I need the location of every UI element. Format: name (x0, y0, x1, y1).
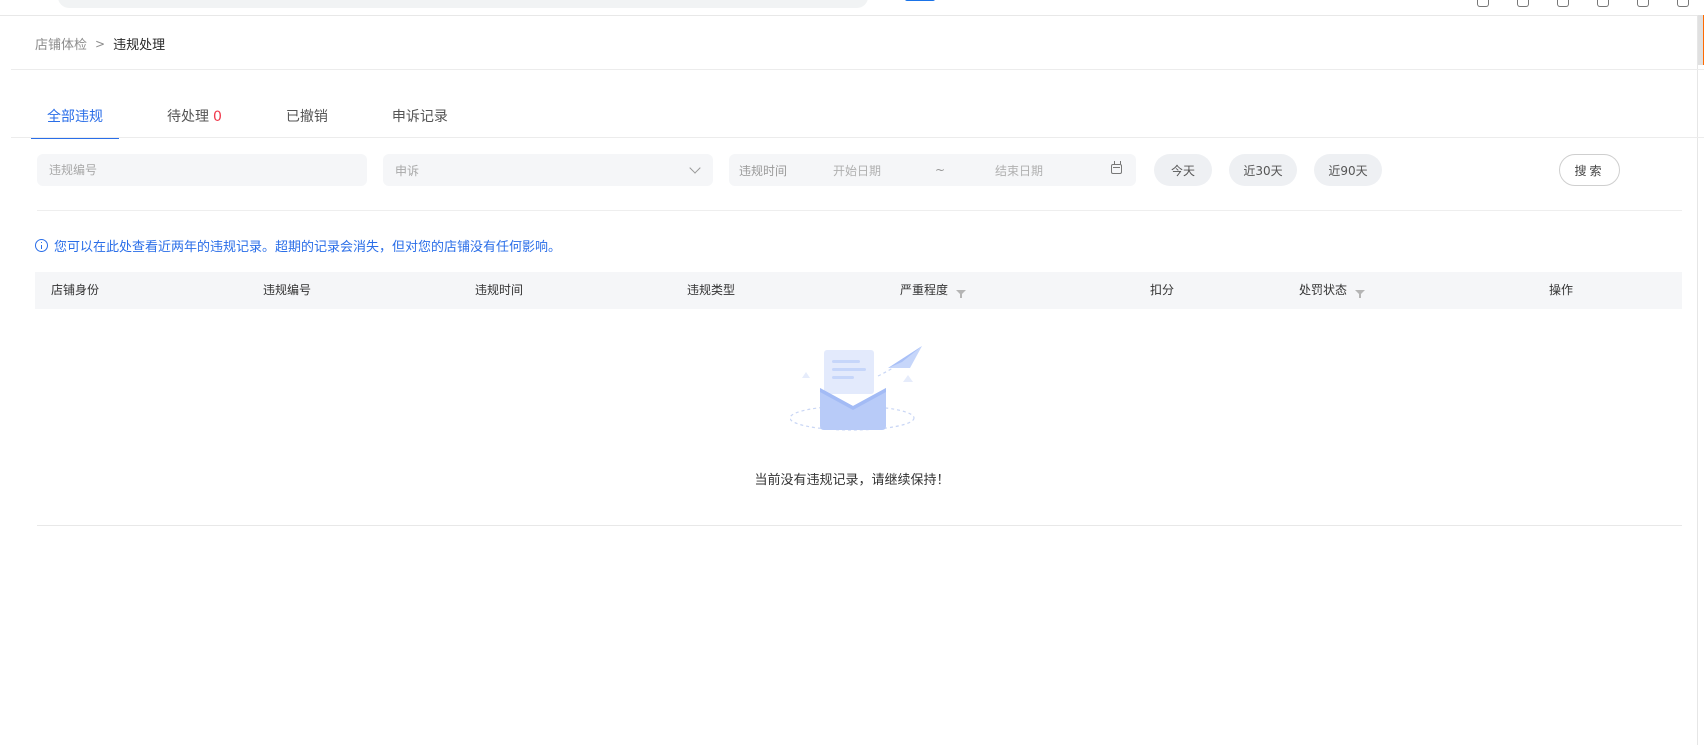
violation-id-input[interactable] (37, 154, 367, 186)
violation-date-range[interactable]: 违规时间 开始日期 ~ 结束日期 (729, 154, 1136, 186)
column-header-penalty-status: 处罚状态 (1299, 272, 1366, 309)
column-header-actions: 操作 (1549, 283, 1574, 297)
tabs-divider (11, 137, 1704, 138)
info-notice: 您可以在此处查看近两年的违规记录。超期的记录会消失，但对您的店铺没有任何影响。 (35, 236, 561, 255)
toolbar-icon-2[interactable] (1517, 0, 1529, 7)
empty-state-message: 当前没有违规记录，请继续保持！ (754, 473, 950, 488)
toolbar-icon-3[interactable] (1557, 0, 1569, 7)
toolbar-icon-1[interactable] (1477, 0, 1489, 7)
browser-toolbar (0, 0, 1704, 16)
toolbar-icon-4[interactable] (1597, 0, 1609, 7)
info-notice-text: 您可以在此处查看近两年的违规记录。超期的记录会消失，但对您的店铺没有任何影响。 (54, 240, 562, 255)
address-bar[interactable] (58, 0, 868, 8)
severity-filter-icon[interactable] (956, 290, 967, 298)
column-header-store-identity: 店铺身份 (51, 283, 100, 297)
pending-count-badge: 0 (213, 109, 222, 125)
breadcrumb-parent-link[interactable]: 店铺体检 (35, 34, 87, 53)
header-divider (11, 69, 1704, 70)
date-range-separator: ~ (935, 163, 946, 177)
column-header-violation-time: 违规时间 (475, 283, 524, 297)
appeal-select[interactable]: 申诉 (383, 154, 713, 186)
toolbar-icon-6[interactable] (1677, 0, 1689, 7)
column-header-deduction: 扣分 (1150, 283, 1175, 297)
breadcrumb: 店铺体检 > 违规处理 (35, 34, 166, 54)
page-scrollbar[interactable] (1697, 15, 1704, 745)
quick-range-90-days-button[interactable]: 近90天 (1314, 154, 1382, 186)
start-date-input[interactable]: 开始日期 (833, 162, 935, 179)
toolbar-icon-5[interactable] (1637, 0, 1649, 7)
end-date-input[interactable]: 结束日期 (995, 162, 1043, 179)
penalty-status-filter-icon[interactable] (1355, 290, 1366, 298)
table-bottom-divider (37, 525, 1682, 526)
chevron-down-icon (689, 162, 701, 174)
date-range-label: 违规时间 (739, 163, 788, 178)
column-header-severity: 严重程度 (900, 272, 967, 309)
tab-revoked[interactable]: 已撤销 (270, 96, 344, 138)
toolbar-link[interactable] (905, 0, 935, 1)
search-button[interactable]: 搜索 (1559, 154, 1620, 186)
tab-appeal-records[interactable]: 申诉记录 (376, 96, 464, 138)
tab-pending[interactable]: 待处理 0 (151, 96, 238, 138)
empty-mailbox-icon (790, 346, 922, 431)
calendar-icon[interactable] (1111, 161, 1122, 174)
info-icon (35, 239, 48, 252)
appeal-select-value: 申诉 (395, 163, 420, 178)
breadcrumb-current: 违规处理 (113, 38, 166, 53)
breadcrumb-separator: > (95, 36, 106, 51)
column-header-violation-type: 违规类型 (687, 283, 736, 297)
scrollbar-thumb[interactable] (1698, 15, 1704, 65)
filter-divider (37, 210, 1682, 211)
column-header-violation-id: 违规编号 (263, 283, 312, 297)
quick-range-30-days-button[interactable]: 近30天 (1229, 154, 1297, 186)
violations-table-header: 店铺身份 违规编号 违规时间 违规类型 严重程度 扣分 处罚状态 操作 (35, 272, 1682, 309)
tab-all-violations[interactable]: 全部违规 (31, 96, 119, 139)
quick-range-today-button[interactable]: 今天 (1154, 154, 1212, 186)
violation-tabs: 全部违规 待处理 0 已撤销 申诉记录 (31, 96, 496, 139)
